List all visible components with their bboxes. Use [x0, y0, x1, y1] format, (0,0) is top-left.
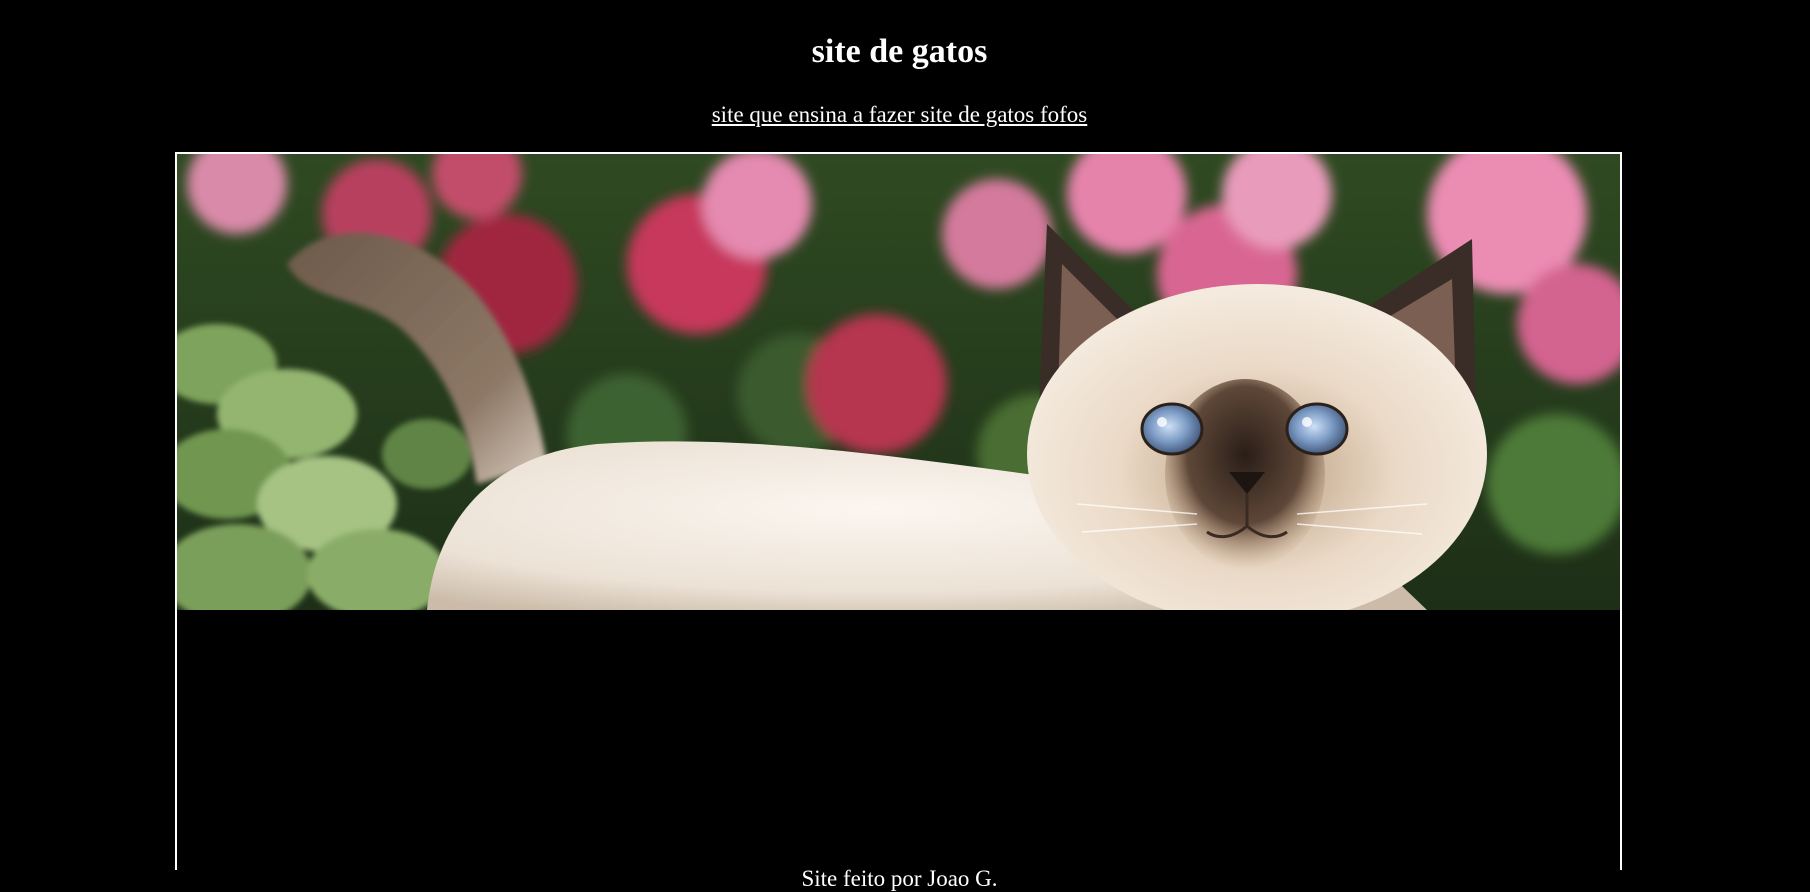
content-box — [175, 152, 1622, 870]
page: site de gatos site que ensina a fazer si… — [0, 0, 1810, 892]
page-title: site de gatos — [811, 33, 988, 70]
tagline-container: site que ensina a fazer site de gatos fo… — [0, 100, 1799, 133]
footer-credit: Site feito por Joao G. — [801, 866, 998, 891]
tagline-link[interactable]: site que ensina a fazer site de gatos fo… — [712, 102, 1088, 127]
kitten-banner-image — [177, 154, 1620, 610]
kitten-illustration — [177, 154, 1620, 610]
